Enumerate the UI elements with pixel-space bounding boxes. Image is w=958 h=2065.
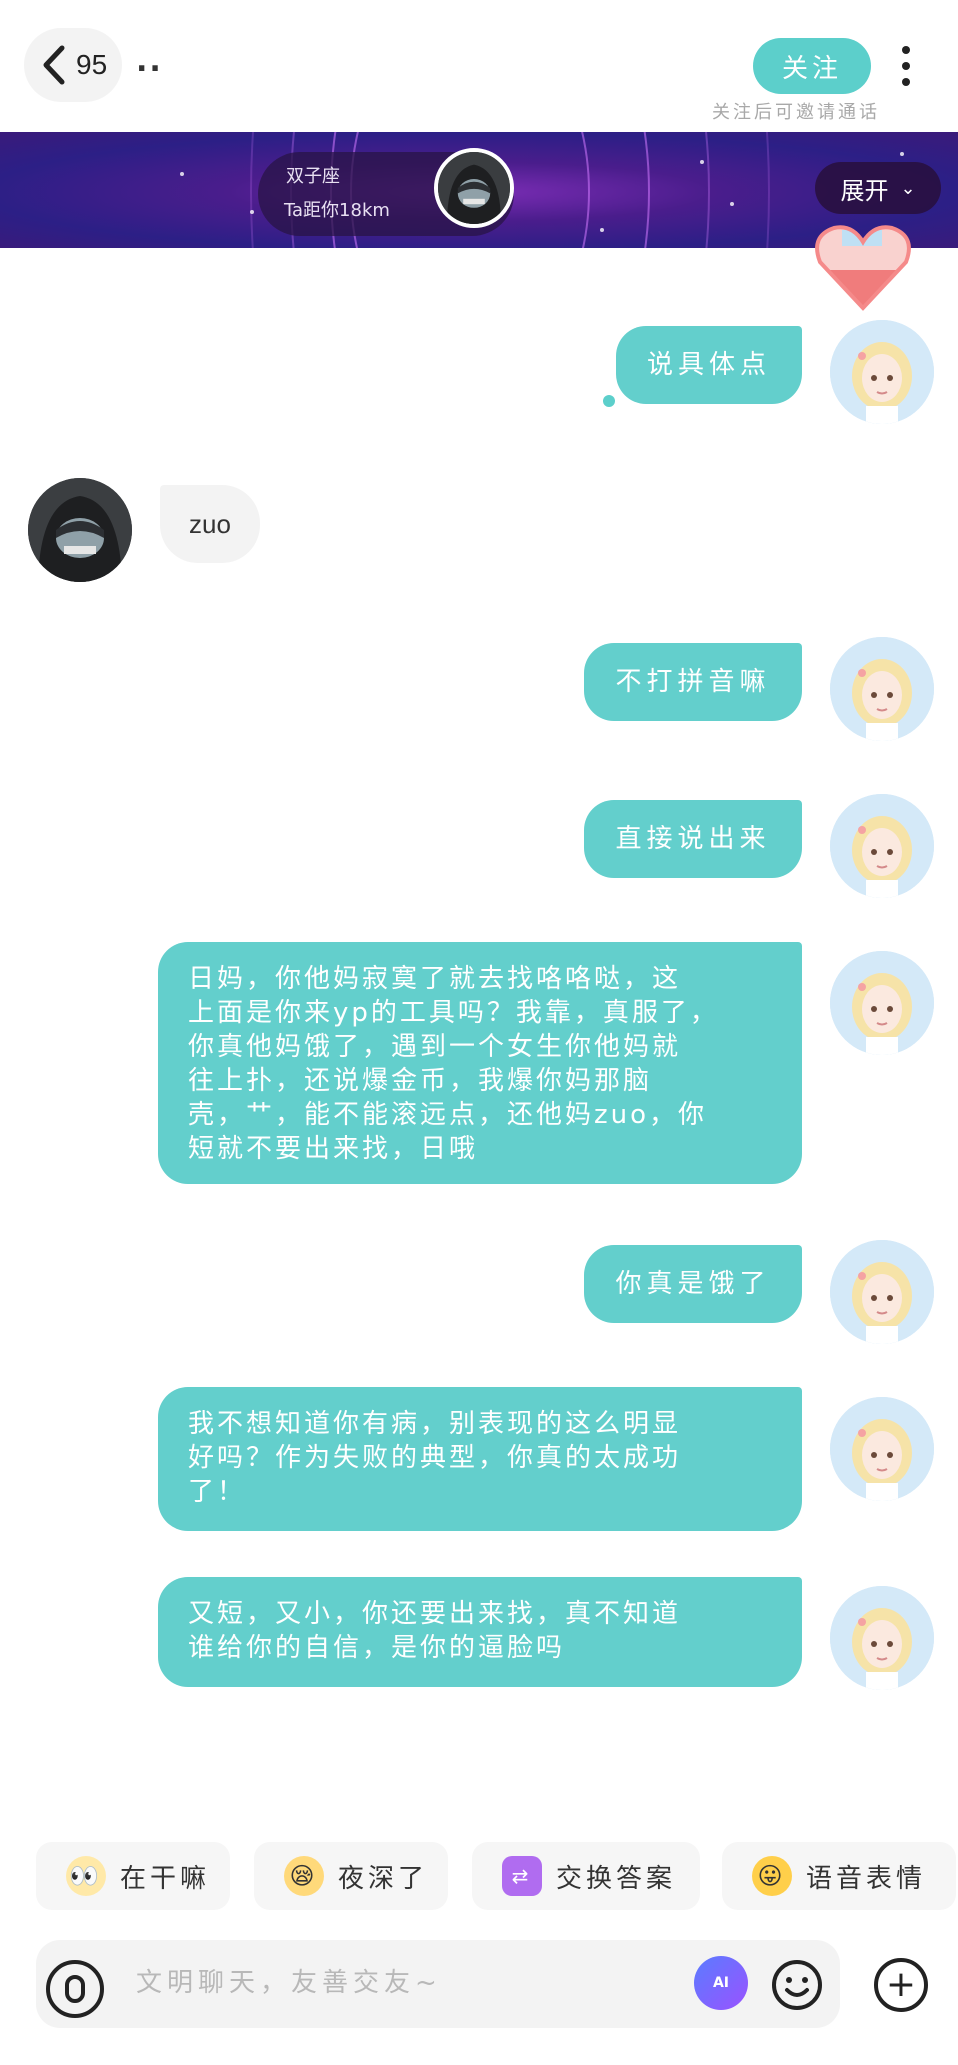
partner-avatar[interactable] — [434, 148, 514, 228]
girl-avatar-icon — [830, 1397, 934, 1501]
message-bubble-out[interactable]: 日妈，你他妈寂寞了就去找咯咯哒，这 上面是你来yp的工具吗？我靠，真服了， 你真… — [158, 942, 802, 1184]
my-avatar[interactable] — [830, 1586, 934, 1690]
unread-count: 95 — [76, 49, 108, 80]
voice-input-icon[interactable] — [46, 1960, 104, 2018]
partner-avatar[interactable] — [28, 478, 132, 582]
quick-reply-chip[interactable]: 😛 语音表情 — [722, 1842, 956, 1910]
message-bubble-in[interactable]: zuo — [160, 485, 260, 563]
quick-reply-label: 在干嘛 — [120, 1863, 211, 1894]
girl-avatar-icon — [830, 637, 934, 741]
quick-reply-label: 交换答案 — [556, 1863, 677, 1894]
message-bubble-out[interactable]: 又短，又小，你还要出来找，真不知道 谁给你的自信，是你的逼脸吗 — [158, 1577, 802, 1687]
my-avatar[interactable] — [830, 320, 934, 424]
my-avatar[interactable] — [830, 1397, 934, 1501]
expand-label: 展开 — [840, 176, 889, 205]
quick-reply-label: 夜深了 — [338, 1863, 429, 1894]
chevron-down-icon: ⌄ — [900, 177, 916, 199]
girl-avatar-icon — [830, 951, 934, 1055]
my-avatar[interactable] — [830, 794, 934, 898]
girl-avatar-icon — [830, 1240, 934, 1344]
swap-icon: ⇄ — [502, 1856, 542, 1896]
girl-avatar-icon — [830, 794, 934, 898]
message-input[interactable]: 文明聊天，友善交友~ — [136, 1962, 442, 1999]
girl-avatar-icon — [830, 320, 934, 424]
message-bubble-out[interactable]: 直接说出来 — [584, 800, 802, 878]
ai-assistant-icon[interactable]: AI — [694, 1956, 748, 2010]
message-bubble-out[interactable]: 说具体点 — [616, 326, 802, 404]
distance-label: Ta距你18km — [284, 200, 390, 221]
peek-emoji-icon: 👀 — [66, 1856, 106, 1896]
zodiac-sign: 双子座 — [286, 166, 340, 187]
message-bubble-out[interactable]: 你真是饿了 — [584, 1245, 802, 1323]
follow-hint: 关注后可邀请通话 — [712, 102, 880, 123]
top-bar: 95 .. 关注 关注后可邀请通话 — [0, 0, 958, 132]
quick-reply-chip[interactable]: 👀 在干嘛 — [36, 1842, 230, 1910]
chat-partner-name: .. — [136, 44, 163, 79]
read-indicator — [603, 395, 615, 407]
message-bubble-out[interactable]: 不打拼音嘛 — [584, 643, 802, 721]
my-avatar[interactable] — [830, 1240, 934, 1344]
plus-icon[interactable]: + — [874, 1958, 928, 2012]
message-bubble-out[interactable]: 我不想知道你有病，别表现的这么明显 好吗？作为失败的典型，你真的太成功 了！ — [158, 1387, 802, 1531]
hooded-figure-icon — [28, 478, 132, 582]
girl-avatar-icon — [830, 1586, 934, 1690]
my-avatar[interactable] — [830, 951, 934, 1055]
voice-emoji-icon: 😛 — [752, 1856, 792, 1896]
quick-reply-chip[interactable]: ⇄ 交换答案 — [472, 1842, 700, 1910]
emoji-icon[interactable] — [770, 1958, 824, 2012]
my-avatar[interactable] — [830, 637, 934, 741]
back-button[interactable]: 95 — [24, 28, 122, 102]
quick-reply-label: 语音表情 — [806, 1863, 927, 1894]
expand-button[interactable]: 展开 ⌄ — [815, 162, 941, 214]
sleepy-emoji-icon: 😪 — [284, 1856, 324, 1896]
intimacy-heart-icon[interactable] — [812, 222, 914, 312]
quick-replies: 👀 在干嘛 😪 夜深了 ⇄ 交换答案 😛 语音表情 — [36, 1842, 956, 1910]
more-options-icon[interactable] — [896, 46, 916, 86]
quick-reply-chip[interactable]: 😪 夜深了 — [254, 1842, 448, 1910]
hooded-figure-icon — [438, 152, 510, 224]
follow-button[interactable]: 关注 — [753, 38, 871, 94]
chevron-left-icon — [43, 45, 65, 85]
